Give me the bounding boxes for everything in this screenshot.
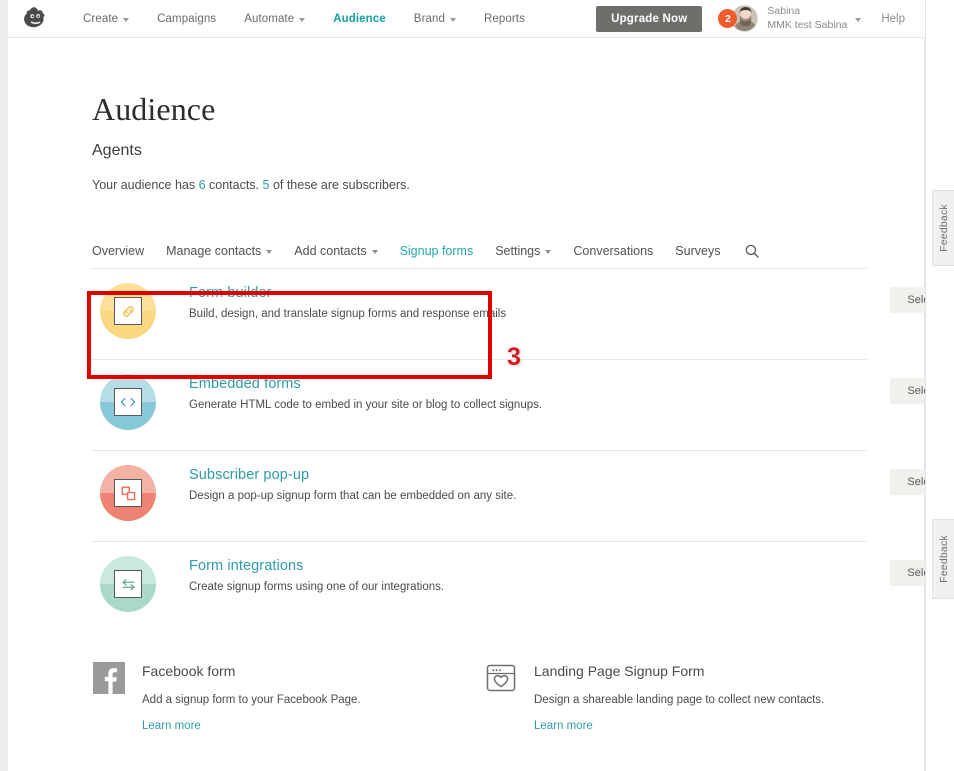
- card-description: Design a shareable landing page to colle…: [534, 694, 825, 706]
- audience-stats: Your audience has 6 contacts. 5 of these…: [92, 178, 924, 192]
- user-account-name: MMK test Sabina: [767, 18, 848, 31]
- left-gutter: [0, 0, 8, 771]
- signup-form-options-list: Form builder Build, design, and translat…: [92, 269, 954, 633]
- tab-conversations[interactable]: Conversations: [562, 244, 664, 258]
- mailchimp-freddie-logo[interactable]: [19, 5, 53, 33]
- card-facebook-form: Facebook form Add a signup form to your …: [92, 659, 484, 734]
- option-description: Build, design, and translate signup form…: [189, 308, 507, 320]
- tab-manage-contacts[interactable]: Manage contacts: [155, 244, 283, 258]
- code-brackets-icon: [100, 374, 156, 430]
- stats-middle: contacts.: [205, 178, 263, 192]
- tab-signup-forms[interactable]: Signup forms: [389, 244, 485, 258]
- option-row-form-builder[interactable]: Form builder Build, design, and translat…: [92, 269, 954, 360]
- chevron-down-icon: [123, 17, 130, 22]
- chevron-down-icon: [449, 17, 456, 22]
- nav-item-label: Create: [83, 12, 119, 25]
- page-title: Audience: [92, 91, 216, 127]
- chevron-down-icon: [855, 17, 862, 22]
- option-title[interactable]: Embedded forms: [189, 376, 542, 392]
- nav-item-label: Reports: [483, 12, 525, 25]
- audience-tab-bar: Overview Manage contacts Add contacts Si…: [92, 244, 867, 269]
- chevron-down-icon: [299, 17, 306, 22]
- nav-item-label: Audience: [333, 12, 386, 25]
- app-window: Create Campaigns Automate Audience Brand…: [0, 0, 954, 771]
- option-description: Design a pop-up signup form that can be …: [189, 490, 517, 502]
- tab-label: Conversations: [573, 244, 654, 258]
- feedback-tab-label: Feedback: [937, 204, 950, 252]
- card-description: Add a signup form to your Facebook Page.: [142, 694, 361, 706]
- learn-more-link-landing-page[interactable]: Learn more: [534, 720, 593, 732]
- account-menu[interactable]: Sabina MMK test Sabina: [767, 5, 862, 31]
- option-row-subscriber-popup[interactable]: Subscriber pop-up Design a pop-up signup…: [92, 451, 954, 542]
- option-description: Create signup forms using one of our int…: [189, 581, 445, 593]
- tab-label: Overview: [92, 244, 145, 258]
- learn-more-link-facebook[interactable]: Learn more: [142, 720, 201, 732]
- nav-item-brand[interactable]: Brand: [400, 13, 470, 25]
- nav-item-reports[interactable]: Reports: [470, 13, 539, 25]
- search-icon[interactable]: [731, 244, 760, 258]
- tab-add-contacts[interactable]: Add contacts: [283, 244, 388, 258]
- landing-page-heart-icon: [484, 661, 518, 695]
- pop-up-windows-icon: [100, 465, 156, 521]
- nav-item-campaigns[interactable]: Campaigns: [143, 13, 230, 25]
- arrows-exchange-icon: [100, 556, 156, 612]
- nav-item-audience[interactable]: Audience: [319, 13, 400, 25]
- card-landing-page-signup-form: Landing Page Signup Form Design a sharea…: [484, 659, 824, 734]
- additional-form-options: Facebook form Add a signup form to your …: [92, 659, 882, 734]
- primary-nav-items: Create Campaigns Automate Audience Brand…: [69, 13, 539, 25]
- top-navigation-bar: Create Campaigns Automate Audience Brand…: [8, 0, 954, 38]
- nav-item-create[interactable]: Create: [69, 13, 143, 25]
- annotation-step-number: 3: [507, 343, 521, 371]
- upgrade-now-button[interactable]: Upgrade Now: [596, 5, 703, 32]
- option-description: Generate HTML code to embed in your site…: [189, 399, 543, 411]
- chevron-down-icon: [545, 250, 552, 254]
- tab-label: Settings: [495, 244, 541, 258]
- feedback-tab-top[interactable]: Feedback: [932, 190, 954, 266]
- nav-item-label: Brand: [413, 12, 445, 25]
- card-title: Facebook form: [142, 663, 236, 679]
- nav-item-automate[interactable]: Automate: [230, 13, 319, 25]
- tab-surveys[interactable]: Surveys: [664, 244, 731, 258]
- chevron-down-icon: [266, 250, 273, 254]
- tab-label: Add contacts: [294, 244, 367, 258]
- audience-list-name: Agents: [92, 142, 142, 159]
- facebook-icon: [92, 661, 126, 695]
- right-gutter: [925, 0, 954, 771]
- nav-item-label: Automate: [244, 12, 295, 25]
- option-row-embedded-forms[interactable]: Embedded forms Generate HTML code to emb…: [92, 360, 954, 451]
- main-content: Audience Agents Your audience has 6 cont…: [8, 39, 954, 771]
- stats-suffix: of these are subscribers.: [269, 178, 410, 192]
- feedback-tab-bottom[interactable]: Feedback: [932, 519, 954, 599]
- option-row-form-integrations[interactable]: Form integrations Create signup forms us…: [92, 542, 954, 633]
- help-link[interactable]: Help: [881, 13, 905, 25]
- tab-label: Signup forms: [399, 244, 474, 258]
- tab-overview[interactable]: Overview: [92, 244, 155, 258]
- feedback-tab-label: Feedback: [937, 535, 950, 583]
- chevron-down-icon: [371, 250, 378, 254]
- option-title[interactable]: Form builder: [189, 285, 506, 301]
- tab-label: Surveys: [675, 244, 721, 258]
- tab-label: Manage contacts: [166, 244, 262, 258]
- option-title[interactable]: Subscriber pop-up: [189, 467, 516, 483]
- tab-settings[interactable]: Settings: [484, 244, 562, 258]
- link-chain-icon: [100, 283, 156, 339]
- contacts-count: 6: [198, 178, 206, 192]
- card-title: Landing Page Signup Form: [534, 663, 705, 679]
- stats-prefix: Your audience has: [92, 178, 199, 192]
- option-title[interactable]: Form integrations: [189, 558, 444, 574]
- user-name: Sabina: [767, 5, 801, 18]
- nav-item-label: Campaigns: [157, 12, 217, 25]
- nav-right-cluster: Upgrade Now 2 Sabina MMK test Sabina Hel…: [596, 5, 954, 32]
